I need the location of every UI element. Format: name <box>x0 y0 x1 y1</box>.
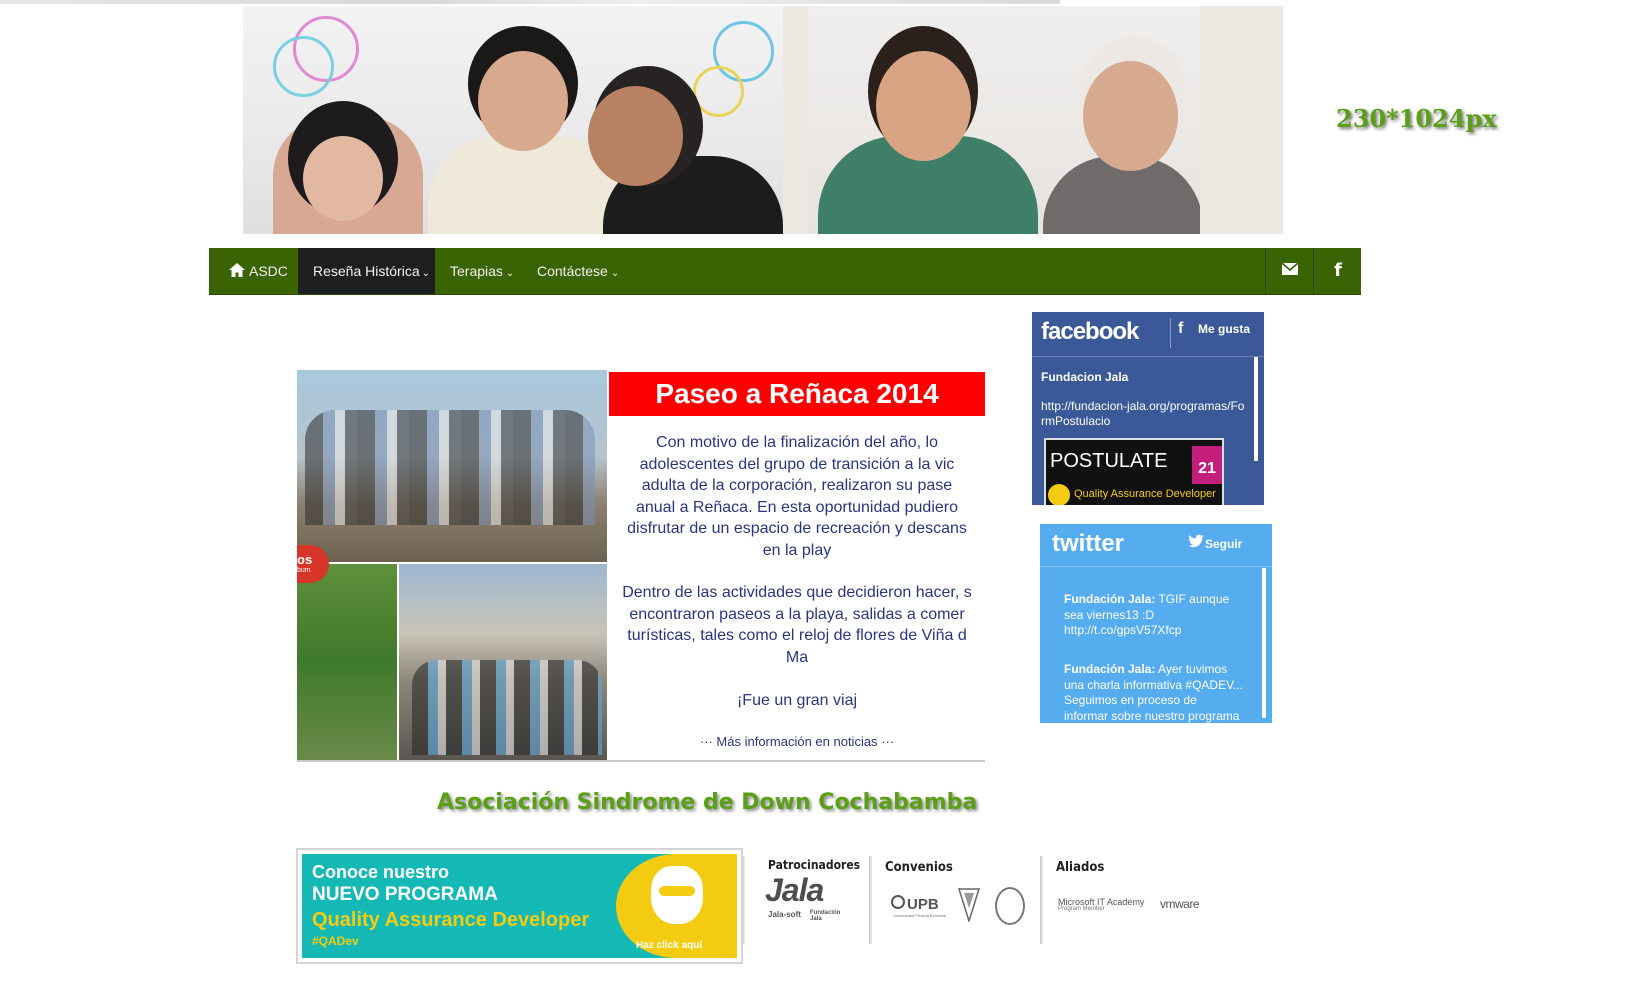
slide-badge-text: os <box>297 552 313 567</box>
person-man-face <box>588 86 683 186</box>
facebook-widget[interactable]: facebook f Me gusta Fundacion Jala http:… <box>1032 312 1264 505</box>
qa-line3: Quality Assurance Developer <box>312 909 590 931</box>
home-icon <box>229 249 245 295</box>
qa-line2: NUEVO PROGRAMA <box>312 884 498 905</box>
slide-more-link[interactable]: ··· Más información en noticias ··· <box>609 734 985 749</box>
fundacion-jala-logo: Fundación Jala <box>810 910 841 922</box>
twitter-bird-icon <box>1188 534 1204 552</box>
twitter-follow-button[interactable]: Seguir <box>1205 537 1242 551</box>
slide-group-people <box>305 410 595 525</box>
footer-separator <box>1040 856 1043 944</box>
upb-logo[interactable]: UPB <box>891 895 939 913</box>
divider <box>1170 318 1171 348</box>
news-slide[interactable]: os bum Paseo a Reñaca 2014 Con motivo de… <box>297 370 985 762</box>
facebook-scrollbar[interactable] <box>1254 357 1258 461</box>
banner-photo-pair <box>808 6 1200 234</box>
facebook-like-button[interactable]: Me gusta <box>1198 322 1250 336</box>
nav-home-label: ASDC <box>249 263 288 279</box>
nav-resena-label: Reseña Histórica <box>313 263 420 279</box>
nav-item-contactese[interactable]: Contáctese ⌄ <box>537 248 619 294</box>
divider <box>1040 566 1272 567</box>
banner-size-label: 230*1024px <box>1336 104 1497 133</box>
bug-icon-detail <box>659 886 695 896</box>
university-crest-icon[interactable] <box>957 888 981 924</box>
jala-logo[interactable]: Jala <box>765 872 824 909</box>
main-navbar: ASDC Reseña Histórica ⌄ Terapias ⌄ Contáct… <box>209 248 1361 295</box>
university-seal-icon[interactable] <box>995 887 1025 925</box>
footer-separator <box>742 856 745 944</box>
qa-program-banner[interactable]: Conoce nuestro NUEVO PROGRAMA Quality As… <box>296 848 743 964</box>
person-girl-face <box>303 136 383 221</box>
slide-paragraph-line: adolescentes del grupo de transición a l… <box>639 455 955 473</box>
upb-icon <box>891 895 905 909</box>
facebook-button[interactable]: f <box>1313 248 1362 294</box>
microsoft-program-member: Program Member <box>1058 906 1105 912</box>
upb-subtitle: Universidad Privada Boliviana <box>893 913 947 918</box>
slide-paragraph-line: Ma <box>785 648 809 666</box>
post-day: 21 <box>1192 446 1222 484</box>
slide-paragraph-line: anual a Reñaca. En esta oportunidad pudi… <box>635 498 958 516</box>
facebook-post-link[interactable]: http://fundacion-jala.org/programas/Form… <box>1041 399 1246 429</box>
slide-paragraph-line: en la play <box>762 541 832 559</box>
facebook-page-name[interactable]: Fundacion Jala <box>1041 370 1128 384</box>
slide-paragraph-line: adulta de la corporación, realizaron su … <box>641 477 953 494</box>
decor-ring <box>273 36 334 97</box>
slide-paragraph-line: turísticas, tales como el reloj de flore… <box>627 627 967 644</box>
agreements-label: Convenios <box>885 860 953 875</box>
slide-paragraph-line: Con motivo de la finalización del año, l… <box>656 434 938 451</box>
slide-title: Paseo a Reñaca 2014 <box>655 378 939 409</box>
chevron-down-icon: ⌄ <box>610 268 620 279</box>
slide-paragraph-line: Dentro de las actividades que decidieron… <box>622 584 972 601</box>
nav-item-terapias[interactable]: Terapias ⌄ <box>450 248 514 294</box>
slide-paragraph-line: encontraron paseos a la playa, salidas a… <box>629 605 965 623</box>
banner-photo-group <box>243 6 783 234</box>
mail-button[interactable] <box>1265 248 1314 294</box>
person-young-man-face <box>876 51 971 161</box>
facebook-logo: facebook <box>1041 318 1139 345</box>
tweet-item[interactable]: Fundación Jala: Ayer tuvimos una charla … <box>1064 662 1244 723</box>
facebook-f-icon: f <box>1178 320 1184 337</box>
post-title: POSTULATE <box>1050 450 1168 472</box>
tweet-author: Fundación Jala: <box>1064 662 1156 676</box>
slide-group-castle <box>412 660 602 755</box>
slide-paragraph-line: disfrutar de un espacio de recreación y … <box>627 520 967 537</box>
mail-icon <box>1281 248 1299 294</box>
facebook-icon: f <box>1334 260 1342 281</box>
jala-soft-logo: Jala-soft <box>768 910 801 919</box>
chevron-down-icon: ⌄ <box>505 268 515 279</box>
bug-icon <box>1048 484 1070 505</box>
allies-label: Aliados <box>1056 860 1105 875</box>
upb-logo-text: UPB <box>907 896 939 913</box>
footer-separator <box>869 856 872 944</box>
sponsors-label: Patrocinadores <box>768 858 861 872</box>
qa-cta-panel: Haz click aquí <box>616 854 737 958</box>
twitter-scrollbar[interactable] <box>1262 568 1266 718</box>
slide-closing: ¡Fue un gran viaj <box>736 692 858 709</box>
tweet-item[interactable]: Fundación Jala: TGIF aunque sea viernes1… <box>1064 592 1244 639</box>
top-strip <box>0 0 1060 4</box>
nav-contactese-label: Contáctese <box>537 263 608 279</box>
post-subtitle: Quality Assurance Developer <box>1074 488 1216 500</box>
nav-terapias-label: Terapias <box>450 263 503 279</box>
slide-badge-subtext: bum <box>297 567 311 574</box>
person-old-man-face <box>1083 61 1178 171</box>
header-banner <box>243 6 1283 234</box>
nav-item-resena-historica[interactable]: Reseña Histórica ⌄ <box>298 248 435 294</box>
nav-item-home[interactable]: ASDC <box>229 248 288 294</box>
twitter-logo: twitter <box>1052 530 1124 557</box>
qa-banner-inner: Conoce nuestro NUEVO PROGRAMA Quality As… <box>302 854 737 958</box>
qa-hashtag: #QADev <box>312 934 359 948</box>
facebook-post-image[interactable]: POSTULATE 21 Quality Assurance Developer <box>1044 438 1224 505</box>
tweet-author: Fundación Jala: <box>1064 592 1156 606</box>
person-boy-face <box>478 51 568 151</box>
qa-line1: Conoce nuestro <box>312 862 450 882</box>
slide-photo-garden <box>297 564 397 760</box>
vmware-logo[interactable]: vmware <box>1160 897 1200 911</box>
divider <box>1032 356 1264 357</box>
qa-cta-text: Haz click aquí <box>636 940 703 951</box>
association-title: Asociación Sindrome de Down Cochabamba <box>437 790 978 815</box>
twitter-widget[interactable]: twitter Seguir Fundación Jala: TGIF aunq… <box>1040 524 1272 723</box>
chevron-down-icon: ⌄ <box>421 268 430 279</box>
